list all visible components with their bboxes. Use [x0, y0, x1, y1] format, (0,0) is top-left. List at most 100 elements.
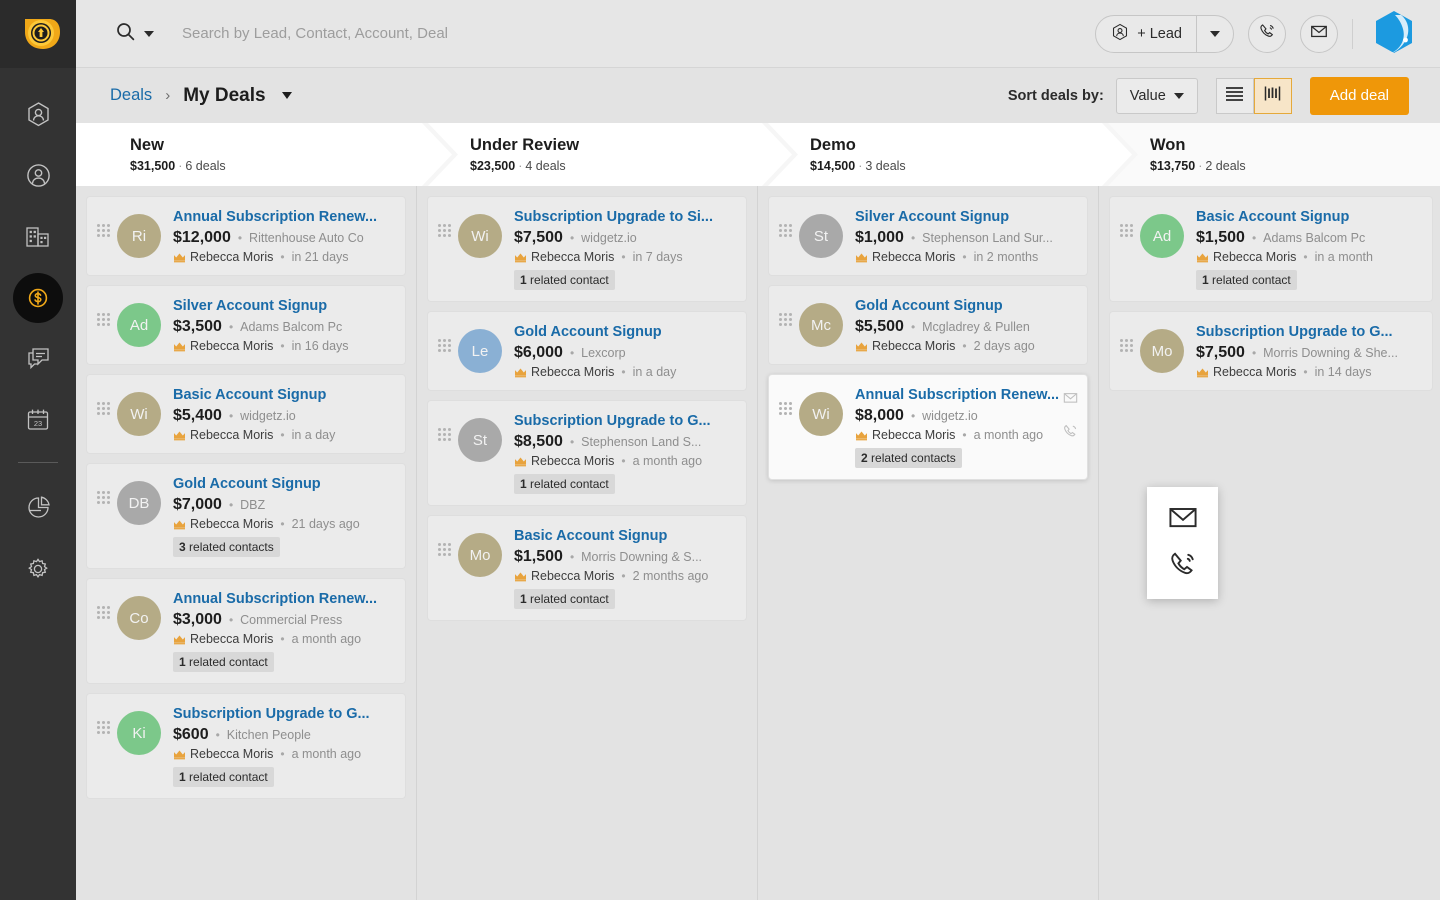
drag-handle[interactable]	[779, 402, 791, 415]
deal-card[interactable]: DBGold Account Signup$7,000•DBZRebecca M…	[86, 463, 406, 569]
drag-handle[interactable]	[438, 543, 450, 556]
popup-call-button[interactable]	[1167, 549, 1199, 586]
kanban-view-button[interactable]	[1254, 78, 1292, 114]
related-contacts-badge[interactable]: 2 related contacts	[855, 448, 962, 468]
sidebar-item-contacts[interactable]	[0, 145, 76, 206]
deal-company: Stephenson Land Sur...	[922, 231, 1053, 245]
deal-title[interactable]: Annual Subscription Renew...	[173, 208, 393, 226]
email-button[interactable]	[1300, 15, 1338, 53]
drag-handle[interactable]	[438, 224, 450, 237]
add-deal-button[interactable]: Add deal	[1310, 77, 1409, 115]
global-search	[116, 22, 1095, 46]
deal-card[interactable]: KiSubscription Upgrade to G...$600•Kitch…	[86, 693, 406, 799]
avatar: Wi	[799, 392, 843, 436]
deal-title[interactable]: Subscription Upgrade to G...	[514, 412, 734, 430]
deal-title[interactable]: Subscription Upgrade to G...	[173, 705, 393, 723]
add-lead-dropdown-toggle[interactable]	[1197, 16, 1233, 52]
deal-title[interactable]: Subscription Upgrade to Si...	[514, 208, 734, 226]
crown-icon	[855, 252, 868, 263]
sidebar-item-settings[interactable]	[0, 538, 76, 599]
avatar-initials: Mo	[470, 547, 491, 564]
related-contacts-badge[interactable]: 1 related contact	[514, 474, 615, 494]
drag-handle[interactable]	[97, 313, 109, 326]
deal-owner: Rebecca Moris	[190, 428, 273, 442]
deal-title[interactable]: Basic Account Signup	[1196, 208, 1420, 226]
deal-card[interactable]: LeGold Account Signup$6,000•LexcorpRebec…	[427, 311, 747, 391]
drag-handle[interactable]	[97, 224, 109, 237]
drag-handle[interactable]	[97, 606, 109, 619]
deal-title[interactable]: Annual Subscription Renew...	[173, 590, 393, 608]
deal-owner: Rebecca Moris	[531, 250, 614, 264]
deal-title[interactable]: Basic Account Signup	[514, 527, 734, 545]
deal-card[interactable]: AdSilver Account Signup$3,500•Adams Balc…	[86, 285, 406, 365]
deal-title[interactable]: Subscription Upgrade to G...	[1196, 323, 1420, 341]
breadcrumb-deals-link[interactable]: Deals	[110, 86, 152, 105]
drag-handle[interactable]	[97, 491, 109, 504]
deal-company: Rittenhouse Auto Co	[249, 231, 364, 245]
envelope-icon[interactable]	[1062, 389, 1079, 411]
sidebar-item-calendar[interactable]: 23	[0, 389, 76, 450]
related-contacts-badge[interactable]: 1 related contact	[173, 767, 274, 787]
related-contacts-badge[interactable]: 1 related contact	[514, 589, 615, 609]
drag-handle[interactable]	[779, 313, 791, 326]
deal-card[interactable]: WiAnnual Subscription Renew...$8,000•wid…	[768, 374, 1088, 480]
call-button[interactable]	[1248, 15, 1286, 53]
deal-title[interactable]: Silver Account Signup	[855, 208, 1075, 226]
drag-handle[interactable]	[97, 721, 109, 734]
deal-card[interactable]: AdBasic Account Signup$1,500•Adams Balco…	[1109, 196, 1433, 302]
sidebar-item-accounts[interactable]	[0, 206, 76, 267]
deal-card[interactable]: WiBasic Account Signup$5,400•widgetz.ioR…	[86, 374, 406, 454]
related-contacts-badge[interactable]: 1 related contact	[514, 270, 615, 290]
deal-title[interactable]: Annual Subscription Renew...	[855, 386, 1075, 404]
deal-card[interactable]: MoSubscription Upgrade to G...$7,500•Mor…	[1109, 311, 1433, 391]
main-area: + Lead	[76, 0, 1440, 900]
deal-title[interactable]: Silver Account Signup	[173, 297, 393, 315]
deal-title[interactable]: Gold Account Signup	[855, 297, 1075, 315]
sidebar-item-leads[interactable]	[0, 84, 76, 145]
deal-card[interactable]: StSubscription Upgrade to G...$8,500•Ste…	[427, 400, 747, 506]
sort-select[interactable]: Value	[1116, 78, 1198, 114]
related-contacts-badge[interactable]: 1 related contact	[1196, 270, 1297, 290]
phone-ring-icon[interactable]	[1062, 423, 1079, 445]
add-lead-button[interactable]: + Lead	[1095, 15, 1234, 53]
deal-title[interactable]: Gold Account Signup	[514, 323, 734, 341]
drag-handle[interactable]	[97, 402, 109, 415]
search-scope-toggle[interactable]	[116, 22, 154, 46]
deal-card[interactable]: WiSubscription Upgrade to Si...$7,500•wi…	[427, 196, 747, 302]
lead-hexagon-icon	[1111, 23, 1129, 45]
list-view-button[interactable]	[1216, 78, 1254, 114]
sidebar-item-deals[interactable]	[0, 267, 76, 328]
deal-title[interactable]: Basic Account Signup	[173, 386, 393, 404]
separator-dot: •	[962, 428, 966, 442]
separator-dot: •	[229, 498, 233, 512]
sidebar-item-conversations[interactable]	[0, 328, 76, 389]
deal-card[interactable]: StSilver Account Signup$1,000•Stephenson…	[768, 196, 1088, 276]
deal-amount: $3,000	[173, 611, 222, 629]
deal-card[interactable]: CoAnnual Subscription Renew...$3,000•Com…	[86, 578, 406, 684]
deal-card-body: Gold Account Signup$7,000•DBZRebecca Mor…	[173, 475, 393, 557]
app-logo[interactable]	[0, 0, 76, 68]
drag-handle[interactable]	[438, 339, 450, 352]
drag-handle[interactable]	[438, 428, 450, 441]
deal-owner: Rebecca Moris	[1213, 365, 1296, 379]
deal-card[interactable]: MoBasic Account Signup$1,500•Morris Down…	[427, 515, 747, 621]
avatar-initials: Ad	[1153, 228, 1171, 245]
deal-amount: $1,500	[1196, 229, 1245, 247]
deal-company: widgetz.io	[922, 409, 978, 423]
chevron-down-icon[interactable]	[282, 92, 292, 99]
sidebar-item-reports[interactable]	[0, 477, 76, 538]
search-input[interactable]	[182, 25, 702, 42]
deal-card[interactable]: McGold Account Signup$5,500•Mcgladrey & …	[768, 285, 1088, 365]
related-count: 1	[520, 592, 527, 606]
brand-avatar[interactable]	[1367, 7, 1421, 61]
popup-email-button[interactable]	[1167, 501, 1199, 538]
separator-dot: •	[911, 320, 915, 334]
drag-handle[interactable]	[1120, 339, 1132, 352]
drag-handle[interactable]	[1120, 224, 1132, 237]
drag-handle[interactable]	[779, 224, 791, 237]
deal-owner: Rebecca Moris	[872, 250, 955, 264]
deal-card[interactable]: RiAnnual Subscription Renew...$12,000•Ri…	[86, 196, 406, 276]
deal-title[interactable]: Gold Account Signup	[173, 475, 393, 493]
related-contacts-badge[interactable]: 1 related contact	[173, 652, 274, 672]
related-contacts-badge[interactable]: 3 related contacts	[173, 537, 280, 557]
